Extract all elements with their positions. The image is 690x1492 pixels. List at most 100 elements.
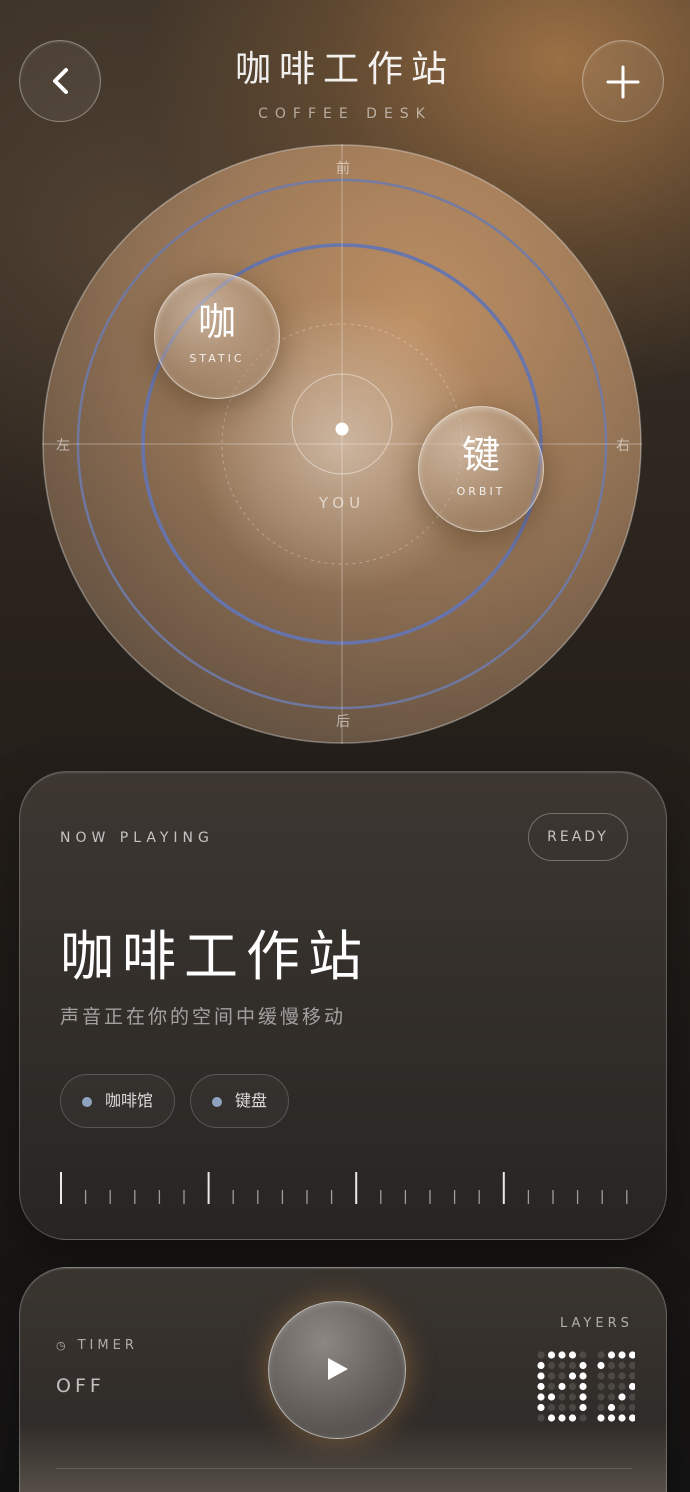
matrix-dot	[537, 1414, 545, 1422]
matrix-dot	[547, 1372, 556, 1380]
matrix-dot	[618, 1372, 626, 1380]
matrix-dot	[607, 1372, 616, 1380]
matrix-dot	[537, 1382, 545, 1391]
matrix-dot	[579, 1382, 587, 1391]
matrix-dot	[547, 1414, 556, 1422]
play-button[interactable]	[268, 1301, 406, 1439]
radar-rings	[42, 144, 642, 744]
matrix-dot	[618, 1351, 626, 1359]
matrix-dot	[628, 1393, 635, 1401]
source-mode: STATIC	[189, 352, 245, 365]
timer-value[interactable]: OFF	[56, 1375, 105, 1397]
listener-label: YOU	[318, 494, 366, 512]
track-description: 声音正在你的空间中缓慢移动	[60, 1006, 347, 1028]
direction-right: 右	[616, 438, 630, 454]
matrix-dot	[579, 1393, 587, 1401]
matrix-dot	[547, 1351, 556, 1359]
matrix-dot	[597, 1382, 605, 1391]
matrix-dot	[618, 1414, 626, 1422]
matrix-dot	[597, 1351, 605, 1359]
tag-dot	[82, 1097, 92, 1107]
control-card: ◷ TIMER OFF LAYERS	[19, 1267, 667, 1492]
matrix-dot	[628, 1351, 635, 1359]
matrix-dot	[537, 1361, 545, 1370]
layers-label: LAYERS	[560, 1316, 633, 1331]
layers-count-display	[537, 1351, 635, 1422]
matrix-dot	[607, 1414, 616, 1422]
plus-icon	[606, 65, 640, 99]
matrix-dot	[558, 1414, 566, 1422]
matrix-dot	[568, 1372, 577, 1380]
matrix-dot	[537, 1403, 545, 1412]
play-icon	[328, 1358, 348, 1380]
matrix-dot	[607, 1403, 616, 1412]
matrix-dot	[618, 1382, 626, 1391]
matrix-dot	[547, 1361, 556, 1370]
matrix-dot	[568, 1414, 577, 1422]
matrix-dot	[568, 1382, 577, 1391]
matrix-dot	[579, 1403, 587, 1412]
tag-cafe[interactable]: 咖啡馆	[60, 1074, 175, 1128]
matrix-dot	[618, 1361, 626, 1370]
source-mode: ORBIT	[456, 485, 506, 498]
matrix-dot	[618, 1403, 626, 1412]
tag-keyboard[interactable]: 键盘	[190, 1074, 289, 1128]
matrix-dot	[607, 1361, 616, 1370]
matrix-dot	[537, 1393, 545, 1401]
matrix-dot	[628, 1372, 635, 1380]
matrix-dot	[568, 1403, 577, 1412]
matrix-dot	[558, 1382, 566, 1391]
matrix-dot	[547, 1403, 556, 1412]
matrix-dot	[547, 1382, 556, 1391]
listener-dot	[335, 422, 349, 436]
matrix-dot	[607, 1382, 616, 1391]
source-char: 键	[461, 433, 500, 477]
matrix-dot	[558, 1361, 566, 1370]
matrix-dot	[628, 1403, 635, 1412]
clock-icon: ◷	[56, 1339, 70, 1352]
timer-label-text: TIMER	[77, 1338, 138, 1353]
add-button[interactable]	[582, 40, 664, 122]
now-playing-card: NOW PLAYING READY 咖啡工作站 声音正在你的空间中缓慢移动 咖啡…	[19, 771, 667, 1240]
sound-source-cafe[interactable]: 咖 STATIC	[154, 273, 280, 399]
matrix-dot	[618, 1393, 626, 1401]
matrix-dot	[607, 1393, 616, 1401]
matrix-dot	[607, 1351, 616, 1359]
matrix-dot	[568, 1351, 577, 1359]
matrix-dot	[558, 1351, 566, 1359]
direction-front: 前	[336, 161, 350, 177]
matrix-dot	[628, 1414, 635, 1422]
timer-label: ◷ TIMER	[56, 1338, 138, 1353]
matrix-dot	[558, 1372, 566, 1380]
matrix-dot	[597, 1414, 605, 1422]
direction-back: 后	[336, 714, 350, 730]
matrix-dot	[558, 1403, 566, 1412]
matrix-dot	[597, 1361, 605, 1370]
matrix-dot	[568, 1393, 577, 1401]
source-char: 咖	[197, 300, 236, 344]
matrix-dot	[579, 1372, 587, 1380]
sound-source-keyboard[interactable]: 键 ORBIT	[418, 406, 544, 532]
matrix-dot	[547, 1393, 556, 1401]
divider	[56, 1468, 632, 1469]
matrix-dot	[558, 1393, 566, 1401]
matrix-dot	[579, 1414, 587, 1422]
matrix-dot	[628, 1382, 635, 1391]
matrix-dot	[628, 1361, 635, 1370]
spatial-radar[interactable]: 前 后 左 右 YOU 咖 STATIC 键 ORBIT	[42, 144, 642, 744]
matrix-dot	[597, 1403, 605, 1412]
track-title: 咖啡工作站	[60, 925, 370, 988]
status-badge: READY	[528, 813, 628, 861]
matrix-dot	[597, 1372, 605, 1380]
now-playing-label: NOW PLAYING	[60, 830, 214, 846]
progress-ruler[interactable]	[60, 1170, 632, 1210]
matrix-dot	[579, 1351, 587, 1359]
matrix-dot	[537, 1372, 545, 1380]
tag-dot	[212, 1097, 222, 1107]
matrix-dot	[568, 1361, 577, 1370]
direction-left: 左	[56, 438, 70, 454]
tag-label: 键盘	[235, 1091, 268, 1110]
matrix-dot	[579, 1361, 587, 1370]
matrix-dot	[597, 1393, 605, 1401]
tag-label: 咖啡馆	[105, 1091, 154, 1110]
